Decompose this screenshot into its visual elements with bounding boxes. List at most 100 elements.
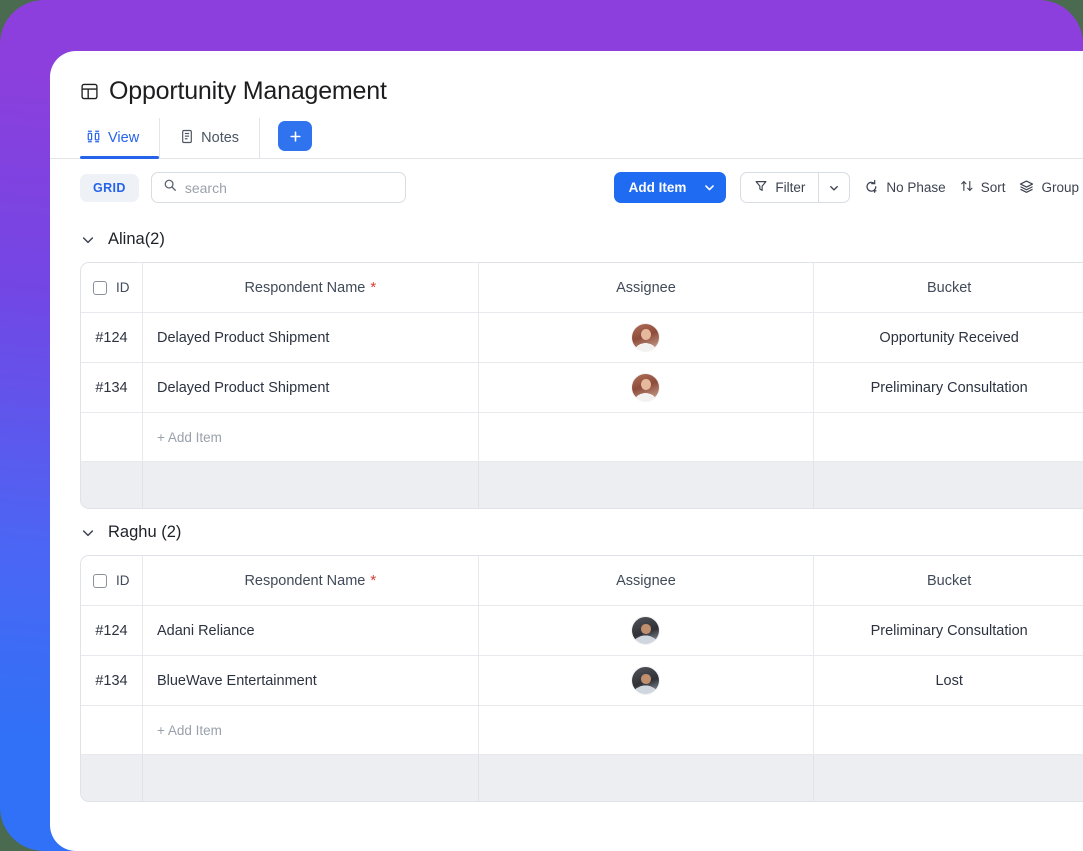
add-row-assignee-cell	[479, 413, 815, 461]
cell-name[interactable]: BlueWave Entertainment	[143, 656, 479, 705]
add-row-name-cell[interactable]: + Add Item	[143, 413, 479, 461]
header-label-name: Respondent Name	[244, 572, 366, 589]
avatar	[632, 374, 660, 401]
cell-name[interactable]: Delayed Product Shipment	[143, 313, 479, 362]
document-icon	[180, 129, 194, 148]
phase-button[interactable]: No Phase	[864, 179, 946, 197]
add-item-button[interactable]: Add Item	[613, 172, 727, 203]
table-header-row: ID Respondent Name * Assignee Bucket	[81, 556, 1083, 606]
tabbar: View Notes	[50, 118, 1083, 159]
footer-cell-id	[81, 462, 143, 508]
chevron-down-icon[interactable]	[80, 232, 96, 248]
groups-container: Alina(2) ID Respondent Name * Assignee Bucket…	[50, 230, 1083, 802]
group-label: Group	[1041, 180, 1079, 195]
header-label-id: ID	[116, 280, 130, 295]
cell-name[interactable]: Adani Reliance	[143, 606, 479, 655]
table-header-row: ID Respondent Name * Assignee Bucket	[81, 263, 1083, 313]
footer-cell-assignee[interactable]	[478, 462, 815, 508]
header-cell-assignee[interactable]: Assignee	[478, 556, 815, 605]
add-row-assignee-cell	[479, 706, 815, 754]
header-cell-id: ID	[81, 556, 143, 605]
avatar	[632, 667, 660, 694]
table-row[interactable]: #124 Adani Reliance Preliminary Consultati…	[81, 606, 1083, 656]
footer-cell-bucket[interactable]	[814, 755, 1083, 801]
add-row-name-cell[interactable]: + Add Item	[143, 706, 479, 754]
add-item-row[interactable]: + Add Item	[81, 413, 1083, 462]
header-label-assignee: Assignee	[616, 572, 676, 589]
table-footer-row	[81, 755, 1083, 801]
header-label-bucket: Bucket	[926, 572, 972, 589]
footer-cell-name[interactable]	[142, 462, 479, 508]
cell-bucket[interactable]: Preliminary Consultation	[814, 363, 1083, 412]
phase-label: No Phase	[886, 180, 946, 195]
select-all-checkbox[interactable]	[93, 573, 107, 588]
group-button[interactable]: Group	[1019, 179, 1079, 197]
add-item-row[interactable]: + Add Item	[81, 706, 1083, 755]
cell-id: #124	[81, 606, 143, 655]
avatar	[632, 617, 660, 644]
header-label-name-wrap: Respondent Name *	[244, 573, 376, 589]
cell-name[interactable]: Delayed Product Shipment	[143, 363, 479, 412]
add-item-inline-label[interactable]: + Add Item	[157, 430, 222, 445]
cell-id: #124	[81, 313, 143, 362]
add-row-bucket-cell	[814, 706, 1083, 754]
select-all-checkbox[interactable]	[93, 280, 107, 295]
table-row[interactable]: #134 BlueWave Entertainment Lost	[81, 656, 1083, 706]
footer-cell-assignee[interactable]	[478, 755, 815, 801]
group-section: Alina(2) ID Respondent Name * Assignee Bucket…	[50, 230, 1083, 509]
add-item-label: Add Item	[628, 180, 687, 195]
grid-view-chip[interactable]: GRID	[80, 173, 139, 202]
group-header[interactable]: Alina(2)	[80, 230, 1083, 249]
table-row[interactable]: #124 Delayed Product Shipment Opportunity …	[81, 313, 1083, 363]
group-section: Raghu (2) ID Respondent Name * Assignee Bucke…	[50, 523, 1083, 802]
add-tab-button[interactable]	[278, 121, 313, 151]
toolbar: GRID Add Item	[50, 159, 1083, 216]
cell-bucket[interactable]: Lost	[814, 656, 1083, 705]
tab-notes[interactable]: Notes	[160, 118, 261, 158]
cell-bucket[interactable]: Preliminary Consultation	[814, 606, 1083, 655]
header-cell-assignee[interactable]: Assignee	[478, 263, 815, 312]
add-item-inline-label[interactable]: + Add Item	[157, 723, 222, 738]
header-label-name: Respondent Name	[244, 279, 366, 296]
add-row-id-cell	[81, 413, 143, 461]
cell-id: #134	[81, 363, 143, 412]
search-box[interactable]	[150, 172, 406, 203]
layout-grid-icon	[80, 82, 99, 101]
tab-view[interactable]: View	[80, 118, 161, 159]
header-label-assignee: Assignee	[616, 279, 676, 296]
footer-cell-id	[81, 755, 143, 801]
header-cell-bucket[interactable]: Bucket	[814, 263, 1083, 312]
cell-assignee[interactable]	[479, 363, 815, 412]
sort-button[interactable]: Sort	[960, 179, 1006, 196]
cell-bucket[interactable]: Opportunity Received	[814, 313, 1083, 362]
filter-icon	[754, 179, 768, 196]
required-asterisk: *	[370, 278, 377, 296]
filter-label: Filter	[775, 180, 806, 195]
grid-table: ID Respondent Name * Assignee Bucket #124 Adan…	[80, 555, 1083, 802]
sort-label: Sort	[980, 180, 1006, 195]
filter-button[interactable]: Filter	[740, 172, 851, 203]
search-icon	[163, 178, 177, 197]
tab-view-label: View	[108, 130, 140, 146]
search-input[interactable]	[184, 179, 394, 196]
cell-assignee[interactable]	[479, 606, 815, 655]
cell-assignee[interactable]	[479, 656, 815, 705]
header-label-name-wrap: Respondent Name *	[244, 280, 376, 296]
group-header[interactable]: Raghu (2)	[80, 523, 1083, 542]
filter-chevron-down-icon[interactable]	[818, 173, 849, 202]
header-label-id: ID	[116, 573, 130, 588]
header-cell-bucket[interactable]: Bucket	[814, 556, 1083, 605]
header-cell-name[interactable]: Respondent Name *	[143, 263, 479, 312]
app-window: Opportunity Management View Notes GRID s…	[50, 51, 1083, 851]
grid-table: ID Respondent Name * Assignee Bucket #124 Dela…	[80, 262, 1083, 509]
header-cell-name[interactable]: Respondent Name *	[143, 556, 479, 605]
chevron-down-icon[interactable]	[80, 525, 96, 541]
table-row[interactable]: #134 Delayed Product Shipment Preliminary …	[81, 363, 1083, 413]
cell-assignee[interactable]	[479, 313, 815, 362]
tab-notes-label: Notes	[201, 130, 240, 146]
chevron-down-icon[interactable]	[699, 172, 726, 203]
tabbar-wrapper: View Notes	[50, 118, 1083, 159]
footer-cell-name[interactable]	[142, 755, 479, 801]
footer-cell-bucket[interactable]	[814, 462, 1083, 508]
table-footer-row	[81, 462, 1083, 508]
